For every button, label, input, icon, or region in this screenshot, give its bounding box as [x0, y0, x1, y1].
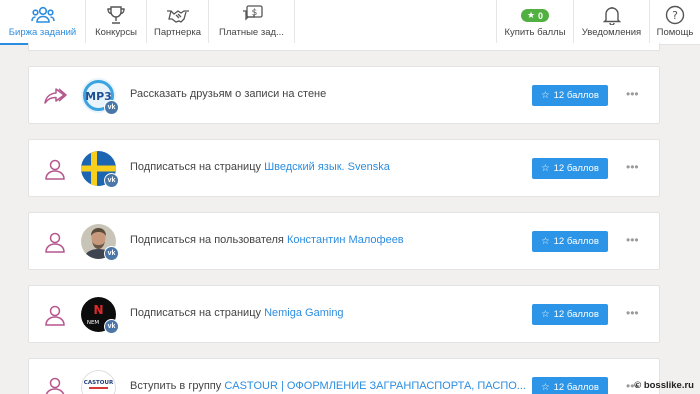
task-list: MP3 vk Рассказать друзьям о записи на ст…: [28, 43, 660, 394]
users-icon: [0, 5, 85, 25]
more-options-icon[interactable]: •••: [626, 88, 639, 100]
vk-icon: vk: [104, 246, 119, 261]
trophy-icon: [86, 5, 146, 25]
task-target-link[interactable]: Константин Малофеев: [287, 234, 404, 246]
star-outline-icon: ☆: [541, 236, 550, 247]
star-outline-icon: ☆: [541, 382, 550, 393]
task-card: vk Подписаться на страницу Шведский язык…: [28, 139, 660, 197]
reward-label: 12 баллов: [553, 163, 599, 174]
avatar[interactable]: vk: [81, 151, 119, 188]
task-target-link[interactable]: Шведский язык. Svenska: [264, 161, 390, 173]
nav-task-exchange-label: Биржа заданий: [8, 27, 77, 38]
castour-logo: CASTOUR: [81, 370, 116, 394]
nav-contests[interactable]: Конкурсы: [86, 0, 147, 45]
star-outline-icon: ☆: [541, 163, 550, 174]
svg-text:NEM: NEM: [87, 320, 100, 326]
points-count: 0: [538, 10, 544, 21]
star-icon: ★: [526, 10, 536, 20]
points-badge-wrap: ★ 0: [497, 5, 573, 25]
previous-card-edge: [28, 43, 660, 51]
task-action-text: Рассказать друзьям о записи на стене: [130, 88, 327, 100]
task-card: N NEM vk Подписаться на страницу Nemiga G…: [28, 285, 660, 343]
reward-button[interactable]: ☆ 12 баллов: [532, 231, 608, 252]
user-icon: [43, 230, 67, 254]
task-card: CASTOUR Вступить в группу CASTOUR | ОФОР…: [28, 358, 660, 394]
reward-label: 12 баллов: [553, 309, 599, 320]
nav-partners[interactable]: Партнерка: [147, 0, 209, 45]
user-icon: [43, 157, 67, 181]
nav-paid-tasks[interactable]: $ Платные зад...: [209, 0, 295, 45]
points-badge: ★ 0: [520, 9, 550, 22]
user-icon: [43, 375, 67, 394]
task-description: Подписаться на страницу Nemiga Gaming: [130, 307, 344, 319]
nav-buy-points[interactable]: ★ 0 Купить баллы: [496, 0, 573, 45]
share-icon: [43, 84, 67, 108]
task-card: MP3 vk Рассказать друзьям о записи на ст…: [28, 66, 660, 124]
nav-notifications[interactable]: Уведомления: [573, 0, 649, 45]
nav-task-exchange[interactable]: Биржа заданий: [0, 0, 86, 45]
task-action-text: Подписаться на страницу: [130, 307, 262, 319]
svg-text:CASTOUR: CASTOUR: [84, 380, 114, 386]
user-icon: [43, 303, 67, 327]
reward-button[interactable]: ☆ 12 баллов: [532, 158, 608, 179]
task-description: Подписаться на страницу Шведский язык. S…: [130, 161, 390, 173]
watermark: © bosslike.ru: [634, 380, 694, 391]
nav-contests-label: Конкурсы: [95, 27, 137, 38]
reward-button[interactable]: ☆ 12 баллов: [532, 304, 608, 325]
handshake-icon: [147, 5, 208, 25]
task-card: vk Подписаться на пользователя Константи…: [28, 212, 660, 270]
reward-button[interactable]: ☆ 12 баллов: [532, 85, 608, 106]
reward-label: 12 баллов: [553, 382, 599, 393]
more-options-icon[interactable]: •••: [626, 307, 639, 319]
task-description: Рассказать друзьям о записи на стене: [130, 88, 326, 100]
task-description: Подписаться на пользователя Константин М…: [130, 234, 404, 246]
star-outline-icon: ☆: [541, 309, 550, 320]
vk-icon: vk: [104, 319, 119, 334]
svg-text:$: $: [251, 8, 257, 18]
help-icon: ?: [650, 5, 700, 25]
star-outline-icon: ☆: [541, 90, 550, 101]
svg-text:?: ?: [672, 9, 678, 22]
nav-paid-tasks-label: Платные зад...: [219, 27, 284, 38]
task-action-text: Подписаться на пользователя: [130, 234, 284, 246]
nav-notifications-label: Уведомления: [581, 27, 642, 38]
task-action-text: Вступить в группу: [130, 380, 222, 392]
avatar[interactable]: vk: [81, 224, 119, 261]
task-target-link[interactable]: Nemiga Gaming: [264, 307, 343, 319]
task-target-link[interactable]: CASTOUR | ОФОРМЛЕНИЕ ЗАГРАНПАСПОРТА, ПАС…: [224, 380, 526, 392]
nav-help[interactable]: ? Помощь: [649, 0, 700, 45]
reward-label: 12 баллов: [553, 236, 599, 247]
avatar[interactable]: MP3 vk: [81, 78, 119, 115]
nav-help-label: Помощь: [656, 27, 694, 38]
reward-label: 12 баллов: [553, 90, 599, 101]
avatar[interactable]: N NEM vk: [81, 297, 119, 334]
svg-text:N: N: [93, 303, 103, 317]
reward-button[interactable]: ☆ 12 баллов: [532, 377, 608, 394]
task-description: Вступить в группу CASTOUR | ОФОРМЛЕНИЕ З…: [130, 380, 526, 392]
bell-icon: [574, 5, 649, 25]
paid-chat-icon: $: [209, 5, 294, 25]
task-action-text: Подписаться на страницу: [130, 161, 262, 173]
nav-partners-label: Партнерка: [154, 27, 201, 38]
more-options-icon[interactable]: •••: [626, 161, 639, 173]
more-options-icon[interactable]: •••: [626, 234, 639, 246]
top-navigation: Биржа заданий Конкурсы Партнерка $ Платн…: [0, 0, 700, 45]
vk-icon: vk: [104, 100, 119, 115]
nav-buy-points-label: Купить баллы: [504, 27, 566, 38]
avatar[interactable]: CASTOUR: [81, 370, 116, 394]
vk-icon: vk: [104, 173, 119, 188]
